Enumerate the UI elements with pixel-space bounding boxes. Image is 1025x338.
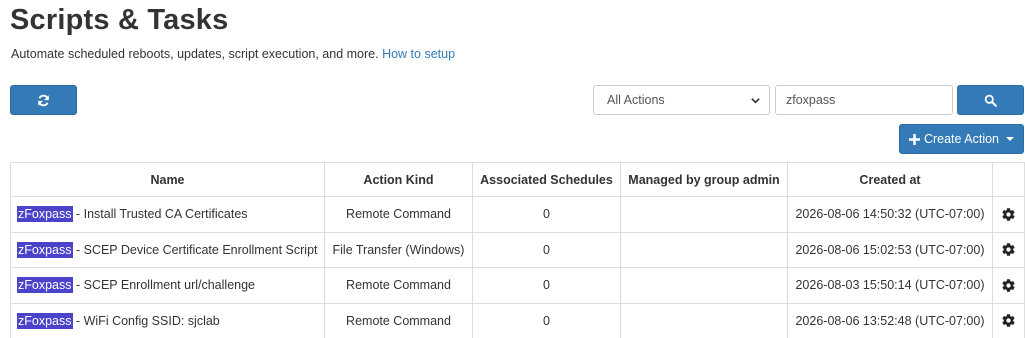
actions-table: Name Action Kind Associated Schedules Ma… xyxy=(10,162,1025,338)
row-managed-by-group-admin xyxy=(620,267,788,304)
row-managed-by-group-admin xyxy=(620,302,788,338)
row-name-cell[interactable]: zFoxpass - Install Trusted CA Certificat… xyxy=(10,196,325,233)
table-row: zFoxpass - SCEP Device Certificate Enrol… xyxy=(10,231,1025,268)
row-settings-cell[interactable] xyxy=(992,196,1025,233)
table-header-row: Name Action Kind Associated Schedules Ma… xyxy=(10,162,1025,197)
row-managed-by-group-admin xyxy=(620,231,788,268)
row-associated-schedules: 0 xyxy=(472,302,621,338)
chevron-down-icon xyxy=(751,98,760,104)
row-name-cell[interactable]: zFoxpass - SCEP Enrollment url/challenge xyxy=(10,267,325,304)
column-header-action-kind[interactable]: Action Kind xyxy=(324,162,473,197)
row-action-kind: Remote Command xyxy=(324,302,473,338)
row-associated-schedules: 0 xyxy=(472,231,621,268)
row-name-text: - Install Trusted CA Certificates xyxy=(72,207,248,222)
column-header-created-at[interactable]: Created at xyxy=(787,162,993,197)
refresh-button[interactable] xyxy=(10,85,77,115)
row-action-kind: File Transfer (Windows) xyxy=(324,231,473,268)
search-input[interactable]: zfoxpass xyxy=(775,85,953,115)
row-created-at: 2026-08-06 14:50:32 (UTC-07:00) xyxy=(787,196,993,233)
page-subtitle: Automate scheduled reboots, updates, scr… xyxy=(11,47,455,61)
column-header-associated-schedules[interactable]: Associated Schedules xyxy=(472,162,621,197)
row-name-cell[interactable]: zFoxpass - WiFi Config SSID: sjclab xyxy=(10,302,325,338)
column-header-managed-by-group-admin[interactable]: Managed by group admin xyxy=(620,162,788,197)
row-action-kind: Remote Command xyxy=(324,267,473,304)
create-action-label: Create Action xyxy=(923,132,1000,146)
row-associated-schedules: 0 xyxy=(472,196,621,233)
subtitle-text: Automate scheduled reboots, updates, scr… xyxy=(11,47,379,61)
row-name-text: - WiFi Config SSID: sjclab xyxy=(72,313,220,328)
row-created-at: 2026-08-03 15:50:14 (UTC-07:00) xyxy=(787,267,993,304)
search-icon xyxy=(984,94,997,107)
search-highlight: zFoxpass xyxy=(17,206,73,223)
row-settings-cell[interactable] xyxy=(992,267,1025,304)
row-created-at: 2026-08-06 15:02:53 (UTC-07:00) xyxy=(787,231,993,268)
table-row: zFoxpass - WiFi Config SSID: sjclab Remo… xyxy=(10,302,1025,338)
gear-icon[interactable] xyxy=(1001,313,1016,328)
page-title: Scripts & Tasks xyxy=(10,4,229,36)
search-highlight: zFoxpass xyxy=(17,312,73,329)
row-settings-cell[interactable] xyxy=(992,231,1025,268)
table-row: zFoxpass - SCEP Enrollment url/challenge… xyxy=(10,267,1025,304)
plus-icon xyxy=(908,133,920,145)
row-name-text: - SCEP Enrollment url/challenge xyxy=(72,278,255,293)
search-input-value: zfoxpass xyxy=(786,93,836,107)
row-action-kind: Remote Command xyxy=(324,196,473,233)
search-highlight: zFoxpass xyxy=(17,277,73,294)
row-name-cell[interactable]: zFoxpass - SCEP Device Certificate Enrol… xyxy=(10,231,325,268)
row-associated-schedules: 0 xyxy=(472,267,621,304)
search-highlight: zFoxpass xyxy=(17,241,73,258)
action-filter-value: All Actions xyxy=(607,93,665,107)
caret-down-icon xyxy=(1006,137,1015,141)
column-header-name[interactable]: Name xyxy=(10,162,325,197)
gear-icon[interactable] xyxy=(1001,242,1016,257)
gear-icon[interactable] xyxy=(1001,278,1016,293)
row-name-text: - SCEP Device Certificate Enrollment Scr… xyxy=(72,242,318,257)
row-managed-by-group-admin xyxy=(620,196,788,233)
column-header-actions xyxy=(992,162,1025,197)
refresh-icon xyxy=(38,94,49,106)
how-to-setup-link[interactable]: How to setup xyxy=(382,47,455,61)
table-row: zFoxpass - Install Trusted CA Certificat… xyxy=(10,196,1025,233)
action-filter-select[interactable]: All Actions xyxy=(593,85,770,115)
create-action-button[interactable]: Create Action xyxy=(899,124,1024,154)
row-created-at: 2026-08-06 13:52:48 (UTC-07:00) xyxy=(787,302,993,338)
gear-icon[interactable] xyxy=(1001,207,1016,222)
search-button[interactable] xyxy=(957,85,1024,115)
row-settings-cell[interactable] xyxy=(992,302,1025,338)
